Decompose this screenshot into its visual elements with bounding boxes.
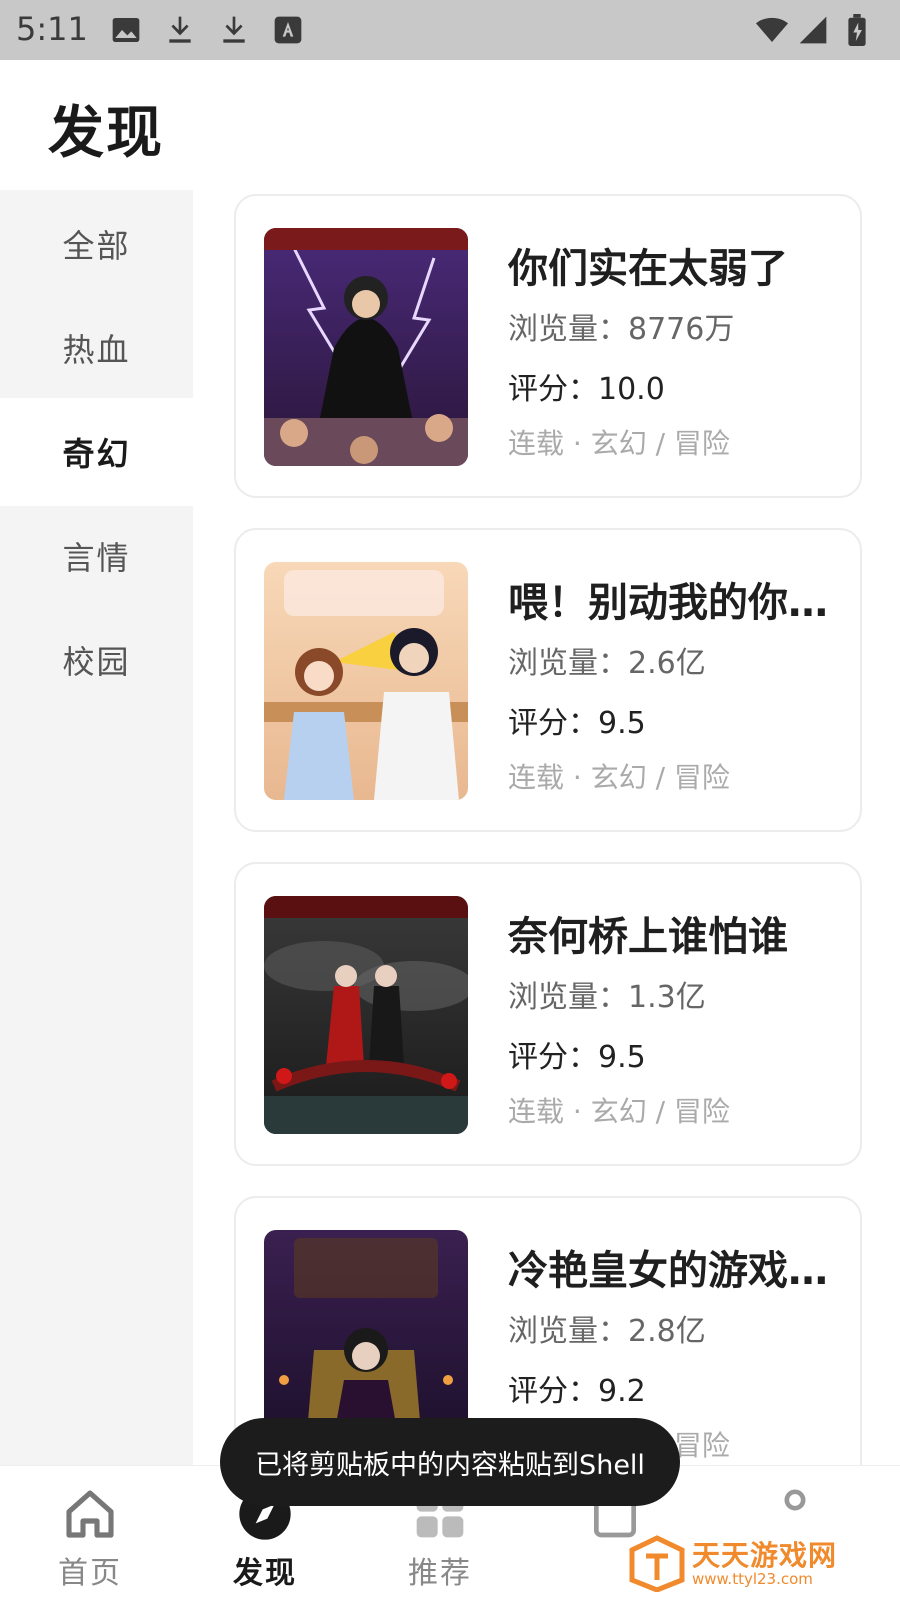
comic-cover[interactable] <box>264 896 468 1134</box>
comic-score: 评分：9.5 <box>508 1040 646 1075</box>
comic-card[interactable]: 你们实在太弱了 浏览量：8776万 评分：10.0 连载 · 玄幻 / 冒险 <box>234 194 862 498</box>
comic-card[interactable]: 奈何桥上谁怕谁 浏览量：1.3亿 评分：9.5 连载 · 玄幻 / 冒险 <box>234 862 862 1166</box>
toast-text: 已将剪贴板中的内容粘贴到Shell <box>255 1449 645 1481</box>
category-label: 校园 <box>62 643 131 681</box>
nav-label: 首页 <box>58 1556 122 1591</box>
watermark: 天天游戏网 www.ttyl23.com <box>628 1532 900 1600</box>
comic-tags: 连载 · 玄幻 / 冒险 <box>508 761 730 794</box>
page-title: 发现 <box>48 101 164 166</box>
comic-views: 浏览量：8776万 <box>508 312 735 347</box>
home-icon <box>62 1486 118 1542</box>
comic-views: 浏览量：2.6亿 <box>508 646 706 681</box>
comic-title: 喂！别动我的你… <box>508 580 828 626</box>
category-sidebar: 全部 热血 奇幻 言情 校园 <box>0 190 193 1465</box>
status-time: 5:11 <box>16 10 88 48</box>
category-item-romance[interactable]: 言情 <box>0 502 193 610</box>
status-bar: 5:11 <box>0 0 900 60</box>
comic-cover[interactable] <box>264 228 468 466</box>
toast-message: 已将剪贴板中的内容粘贴到Shell <box>220 1418 680 1506</box>
comic-views: 浏览量：2.8亿 <box>508 1314 706 1349</box>
category-label: 言情 <box>62 539 131 577</box>
comic-card[interactable]: 喂！别动我的你… 浏览量：2.6亿 评分：9.5 连载 · 玄幻 / 冒险 <box>234 528 862 832</box>
a-font-icon <box>272 14 304 46</box>
download-icon <box>218 14 250 46</box>
category-label: 全部 <box>62 227 131 265</box>
category-item-all[interactable]: 全部 <box>0 190 193 298</box>
category-label: 奇幻 <box>62 435 131 473</box>
category-label: 热血 <box>62 331 131 369</box>
comic-title: 奈何桥上谁怕谁 <box>508 914 788 960</box>
wifi-icon <box>752 14 792 46</box>
nav-label: 发现 <box>233 1556 297 1591</box>
watermark-url: www.ttyl23.com <box>692 1570 813 1588</box>
image-icon <box>110 14 142 46</box>
nav-home[interactable]: 首页 <box>0 1466 180 1600</box>
comic-score: 评分：10.0 <box>508 372 665 407</box>
nav-label: 推荐 <box>408 1556 472 1591</box>
download-icon <box>164 14 196 46</box>
category-item-hotblood[interactable]: 热血 <box>0 294 193 402</box>
category-item-campus[interactable]: 校园 <box>0 606 193 714</box>
comic-score: 评分：9.5 <box>508 706 646 741</box>
battery-charging-icon <box>844 14 870 46</box>
signal-icon <box>796 14 830 46</box>
comic-tags: 连载 · 玄幻 / 冒险 <box>508 427 730 460</box>
comic-tags: 连载 · 玄幻 / 冒险 <box>508 1095 730 1128</box>
watermark-name: 天天游戏网 <box>692 1539 838 1572</box>
comic-title: 你们实在太弱了 <box>508 246 788 292</box>
category-item-fantasy[interactable]: 奇幻 <box>0 398 193 506</box>
watermark-logo-icon <box>628 1534 686 1592</box>
comic-title: 冷艳皇女的游戏… <box>508 1248 828 1294</box>
comic-score: 评分：9.2 <box>508 1374 646 1409</box>
comic-views: 浏览量：1.3亿 <box>508 980 706 1015</box>
comic-cover[interactable] <box>264 562 468 800</box>
comic-list[interactable]: 你们实在太弱了 浏览量：8776万 评分：10.0 连载 · 玄幻 / 冒险 喂… <box>193 190 900 1465</box>
